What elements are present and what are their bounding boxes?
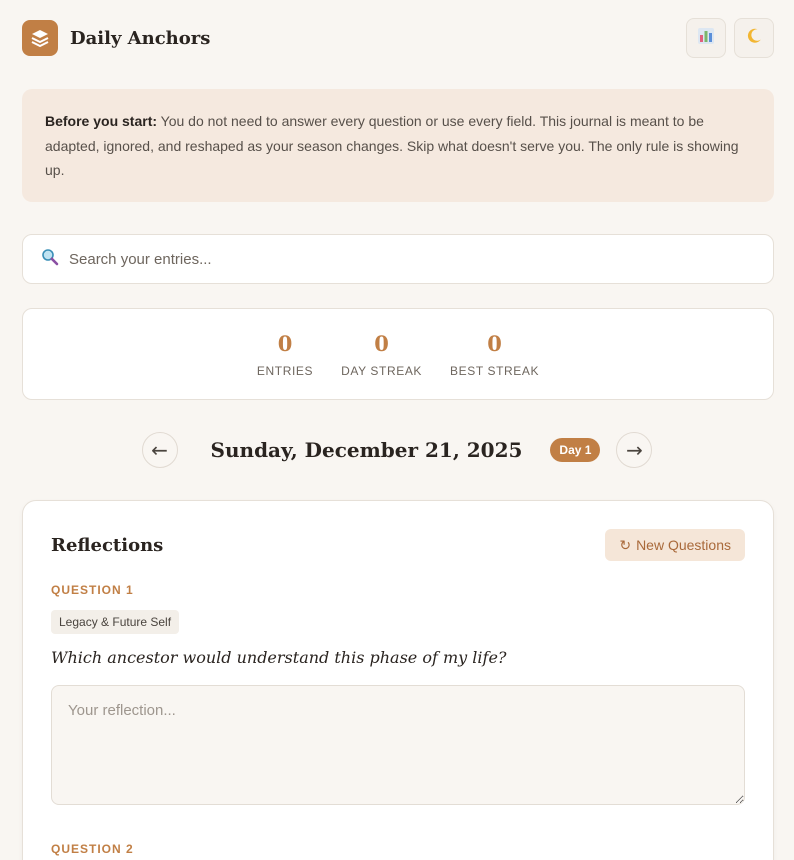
question-text: Which ancestor would understand this pha… [51, 648, 507, 667]
notice-lead: Before you start: [45, 113, 158, 129]
card-title: Reflections [51, 535, 164, 556]
question-category-tag: Legacy & Future Self [51, 610, 180, 634]
reflections-card: Reflections ↻ New Questions QUESTION 1 L… [22, 500, 774, 860]
day-badge: Day 1 [550, 438, 601, 462]
stat-value: 0 [487, 330, 502, 356]
stat-value: 0 [374, 330, 389, 356]
next-day-button[interactable]: → [616, 432, 653, 468]
stats-panel: 0 Entries 0 Day Streak 0 Best Streak [22, 308, 774, 400]
stat-best-streak: 0 Best Streak [436, 331, 553, 378]
stat-label: Best Streak [450, 363, 540, 378]
search-input[interactable] [69, 250, 773, 268]
app-header: Daily Anchors [22, 18, 774, 58]
app-title: Daily Anchors [70, 27, 211, 49]
moon-icon [745, 27, 763, 49]
magnifier-icon [41, 248, 59, 270]
new-questions-button[interactable]: ↻ New Questions [605, 529, 745, 561]
brand: Daily Anchors [22, 20, 210, 56]
search-bar[interactable] [22, 234, 774, 284]
header-actions [686, 18, 774, 58]
intro-notice: Before you start: You do not need to ans… [22, 89, 774, 202]
question-label: QUESTION 2 [51, 842, 134, 856]
reflection-input[interactable] [51, 685, 745, 805]
question-label: QUESTION 1 [51, 583, 134, 597]
new-questions-label: New Questions [636, 537, 731, 553]
arrow-left-icon: ← [151, 438, 168, 462]
refresh-icon: ↻ [619, 536, 632, 553]
arrow-right-icon: → [626, 438, 643, 462]
bar-chart-icon [697, 27, 715, 49]
theme-toggle-button[interactable] [734, 18, 774, 58]
layers-icon [22, 20, 58, 56]
stat-value: 0 [277, 330, 293, 356]
stats-button[interactable] [686, 18, 726, 58]
current-date: Sunday, December 21, 2025 [210, 438, 523, 462]
previous-day-button[interactable]: ← [141, 432, 178, 468]
date-navigation: ← Sunday, December 21, 2025 Day 1 → [0, 432, 794, 468]
stat-label: Day Streak [341, 363, 423, 378]
stat-label: Entries [256, 363, 314, 378]
stat-day-streak: 0 Day Streak [327, 331, 436, 378]
stat-entries: 0 Entries [243, 331, 327, 378]
